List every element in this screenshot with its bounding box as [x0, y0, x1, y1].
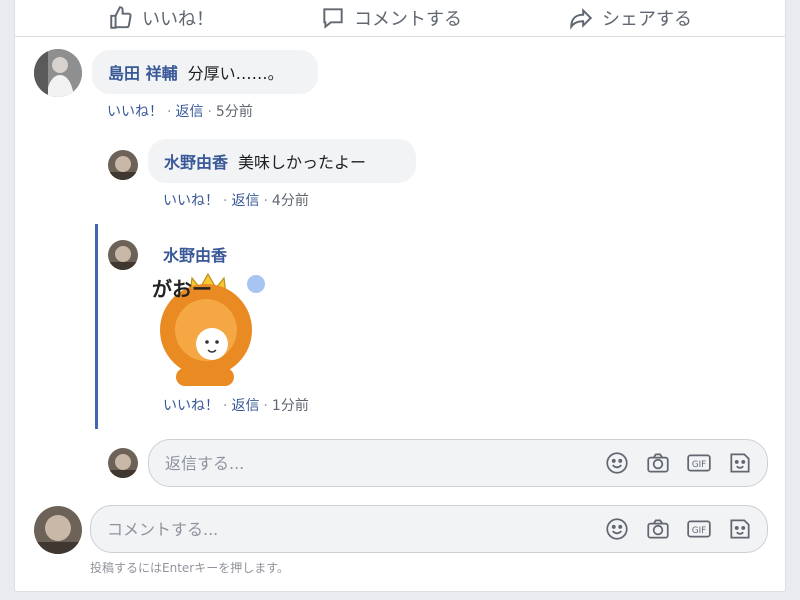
emoji-icon[interactable]: [603, 515, 631, 543]
share-icon: [570, 7, 593, 30]
current-user-avatar-image: [34, 506, 82, 554]
sticker-icon[interactable]: [726, 515, 754, 543]
comment-meta: いいね！ · 返信 · 5分前: [107, 101, 253, 121]
reply-like-link[interactable]: いいね！: [163, 398, 219, 414]
reply-author[interactable]: 水野由香: [163, 242, 227, 266]
like-button[interactable]: いいね！: [108, 0, 214, 31]
comment-icon: [323, 7, 343, 29]
comment-button-label: コメントする: [354, 8, 462, 30]
reply-text: 美味しかったよー: [238, 153, 367, 172]
comment-timestamp[interactable]: 5分前: [216, 104, 253, 120]
camera-icon[interactable]: [644, 515, 672, 543]
reply-meta: いいね！ · 返信 · 1分前: [163, 395, 309, 415]
sticker-icon[interactable]: [726, 449, 754, 477]
emoji-icon[interactable]: [603, 449, 631, 477]
post-actions-bar: いいね！ コメントする シェアする: [15, 0, 785, 37]
separator: ·: [167, 104, 172, 120]
comment-like-link[interactable]: いいね！: [107, 104, 163, 120]
share-button[interactable]: シェアする: [568, 0, 692, 31]
thread-highlight-bar: [95, 224, 98, 429]
lion-sticker[interactable]: がおー: [148, 272, 268, 392]
avatar[interactable]: [108, 150, 138, 180]
submit-hint: 投稿するにはEnterキーを押します。: [90, 561, 290, 575]
person-avatar-image: [108, 240, 138, 270]
thumbs-up-icon: [110, 5, 132, 29]
reply-timestamp[interactable]: 1分前: [272, 398, 309, 414]
reply-reply-link[interactable]: 返信: [231, 193, 259, 209]
comment-button[interactable]: コメントする: [320, 0, 462, 31]
avatar[interactable]: [34, 49, 82, 97]
gif-icon[interactable]: GIF: [685, 515, 713, 543]
reply-meta: いいね！ · 返信 · 4分前: [163, 190, 309, 210]
current-user-avatar-image: [108, 448, 138, 478]
reply-bubble: 水野由香 美味しかったよー: [148, 139, 416, 183]
separator: ·: [263, 193, 268, 209]
comment-input-box: GIF: [90, 505, 768, 553]
lion-sticker-image: がおー: [152, 272, 265, 386]
comment-bubble: 島田 祥輔 分厚い……。: [92, 50, 318, 94]
person-avatar-image: [108, 150, 138, 180]
reply-like-link[interactable]: いいね！: [163, 193, 219, 209]
person-avatar-image: [34, 49, 82, 97]
reply-input-box: GIF: [148, 439, 768, 487]
avatar[interactable]: [108, 240, 138, 270]
comment-input[interactable]: [91, 518, 603, 540]
reply-author[interactable]: 水野由香: [164, 149, 228, 173]
reply-input[interactable]: [149, 452, 603, 474]
separator: ·: [223, 398, 228, 414]
reply-reply-link[interactable]: 返信: [231, 398, 259, 414]
like-button-label: いいね！: [142, 8, 214, 30]
share-button-label: シェアする: [602, 8, 692, 30]
avatar: [108, 448, 138, 478]
sticker-text: がおー: [152, 277, 212, 301]
avatar: [34, 506, 82, 554]
gif-icon-label: GIF: [692, 526, 706, 536]
comment-author[interactable]: 島田 祥輔: [108, 60, 178, 84]
separator: ·: [263, 398, 268, 414]
gif-icon[interactable]: GIF: [685, 449, 713, 477]
comment-text: 分厚い……。: [187, 64, 284, 83]
reply-timestamp[interactable]: 4分前: [272, 193, 309, 209]
comment-reply-link[interactable]: 返信: [175, 104, 203, 120]
camera-icon[interactable]: [644, 449, 672, 477]
separator: ·: [223, 193, 228, 209]
separator: ·: [207, 104, 212, 120]
gif-icon-label: GIF: [692, 460, 706, 470]
